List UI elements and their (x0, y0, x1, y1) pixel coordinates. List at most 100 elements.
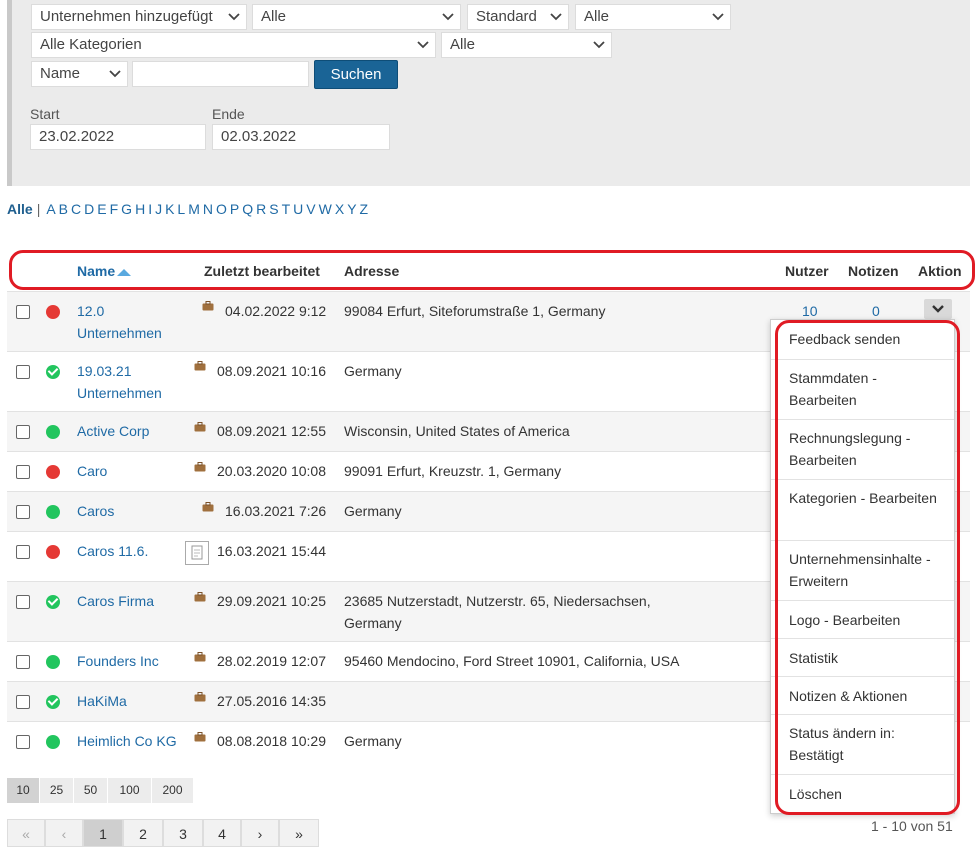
alphabet-letter-m[interactable]: M (188, 201, 200, 217)
alphabet-all-link[interactable]: Alle (7, 201, 33, 217)
column-header-name-label: Name (77, 263, 116, 279)
alphabet-letter-n[interactable]: N (203, 201, 213, 217)
action-menu-item[interactable]: Notizen & Aktionen (771, 676, 954, 714)
action-menu-item[interactable]: Kategorien - Bearbeiten (771, 479, 954, 540)
alphabet-letter-a[interactable]: A (46, 201, 55, 217)
next-page-button[interactable]: › (241, 819, 279, 847)
row-checkbox[interactable] (16, 695, 30, 709)
briefcase-icon (194, 361, 206, 371)
row-checkbox[interactable] (16, 735, 30, 749)
column-header-address[interactable]: Adresse (344, 263, 399, 279)
alphabet-letter-o[interactable]: O (216, 201, 227, 217)
company-name-link[interactable]: HaKiMa (77, 690, 187, 712)
last-page-button[interactable]: » (279, 819, 319, 847)
row-checkbox[interactable] (16, 595, 30, 609)
column-header-name[interactable]: Name (77, 263, 132, 279)
action-menu-item[interactable]: Rechnungslegung - Bearbeiten (771, 419, 954, 479)
address-text: Germany (344, 733, 402, 749)
alphabet-letter-v[interactable]: V (306, 201, 315, 217)
alphabet-letter-x[interactable]: X (335, 201, 344, 217)
row-checkbox[interactable] (16, 545, 30, 559)
search-button[interactable]: Suchen (314, 60, 398, 89)
address-text: Wisconsin, United States of America (344, 423, 570, 439)
added-period-select[interactable]: Alle (252, 4, 461, 30)
company-name-link[interactable]: Caro (77, 460, 187, 482)
action-dropdown-button[interactable] (924, 299, 952, 319)
subcategory-select[interactable]: Alle (441, 32, 612, 58)
alphabet-letter-g[interactable]: G (121, 201, 132, 217)
page-button-1[interactable]: 1 (83, 819, 123, 847)
alphabet-letter-t[interactable]: T (282, 201, 291, 217)
alphabet-letter-b[interactable]: B (59, 201, 68, 217)
alphabet-letter-u[interactable]: U (293, 201, 303, 217)
page-button-3[interactable]: 3 (163, 819, 203, 847)
page-size-option-50[interactable]: 50 (74, 778, 107, 803)
company-name-link[interactable]: Active Corp (77, 420, 187, 442)
end-date-input[interactable]: 02.03.2022 (212, 124, 390, 150)
column-header-users[interactable]: Nutzer (785, 263, 829, 279)
search-input[interactable] (132, 61, 309, 87)
alphabet-letter-h[interactable]: H (135, 201, 145, 217)
prev-page-button[interactable]: ‹ (45, 819, 83, 847)
last-edited-date: 08.08.2018 10:29 (217, 733, 326, 749)
row-checkbox[interactable] (16, 505, 30, 519)
alphabet-letter-j[interactable]: J (155, 201, 162, 217)
page-size-option-200[interactable]: 200 (152, 778, 193, 803)
chevron-down-icon (109, 70, 121, 78)
company-name-link[interactable]: 19.03.21 Unternehmen (77, 360, 187, 404)
page-button-4[interactable]: 4 (203, 819, 241, 847)
alphabet-letter-l[interactable]: L (177, 201, 185, 217)
status-select[interactable]: Alle (575, 4, 731, 30)
end-label: Ende (212, 106, 245, 122)
address-text: 99091 Erfurt, Kreuzstr. 1, Germany (344, 463, 562, 479)
action-menu-item[interactable]: Status ändern in: Bestätigt (771, 714, 954, 774)
company-name-link[interactable]: Caros 11.6. (77, 540, 187, 562)
alphabet-letter-e[interactable]: E (97, 201, 106, 217)
company-name-link[interactable]: Caros Firma (77, 590, 187, 612)
action-menu-item[interactable]: Stammdaten - Bearbeiten (771, 359, 954, 419)
row-checkbox[interactable] (16, 305, 30, 319)
action-menu-item[interactable]: Löschen (771, 774, 954, 815)
alphabet-letter-z[interactable]: Z (360, 201, 369, 217)
alphabet-letter-s[interactable]: S (269, 201, 278, 217)
company-name-link[interactable]: 12.0 Unternehmen (77, 300, 187, 344)
column-header-edited[interactable]: Zuletzt bearbeitet (204, 263, 320, 279)
company-name-link[interactable]: Heimlich Co KG (77, 730, 187, 752)
category-select[interactable]: Alle Kategorien (31, 32, 436, 58)
company-name-link[interactable]: Caros (77, 500, 187, 522)
column-header-notes[interactable]: Notizen (848, 263, 899, 279)
row-checkbox[interactable] (16, 655, 30, 669)
action-menu-item[interactable]: Unternehmensinhalte - Erweitern (771, 540, 954, 600)
view-select[interactable]: Standard (467, 4, 569, 30)
company-name-link[interactable]: Founders Inc (77, 650, 187, 672)
alphabet-letter-w[interactable]: W (319, 201, 332, 217)
row-checkbox[interactable] (16, 465, 30, 479)
action-menu-item[interactable]: Logo - Bearbeiten (771, 600, 954, 638)
alphabet-letter-y[interactable]: Y (347, 201, 356, 217)
added-filter-select[interactable]: Unternehmen hinzugefügt (31, 4, 247, 30)
first-page-button[interactable]: « (7, 819, 45, 847)
alphabet-letter-c[interactable]: C (71, 201, 81, 217)
alphabet-letter-d[interactable]: D (84, 201, 94, 217)
alphabet-letter-k[interactable]: K (165, 201, 174, 217)
start-date-input[interactable]: 23.02.2022 (30, 124, 206, 150)
page-size-option-10[interactable]: 10 (7, 778, 39, 803)
page-size-option-100[interactable]: 100 (108, 778, 151, 803)
row-checkbox[interactable] (16, 425, 30, 439)
alphabet-letter-q[interactable]: Q (242, 201, 253, 217)
alphabet-letter-r[interactable]: R (256, 201, 266, 217)
page-button-2[interactable]: 2 (123, 819, 163, 847)
search-field-select[interactable]: Name (31, 61, 128, 87)
briefcase-icon (202, 301, 214, 311)
alphabet-letter-i[interactable]: I (148, 201, 152, 217)
subcategory-value: Alle (450, 36, 476, 53)
added-filter-value: Unternehmen hinzugefügt (40, 8, 213, 25)
alphabet-letter-p[interactable]: P (230, 201, 239, 217)
alphabet-separator: | (36, 201, 41, 217)
action-menu-item[interactable]: Feedback senden (771, 320, 954, 359)
chevron-down-icon (417, 41, 429, 49)
row-checkbox[interactable] (16, 365, 30, 379)
alphabet-letter-f[interactable]: F (110, 201, 119, 217)
action-menu-item[interactable]: Statistik (771, 638, 954, 676)
page-size-option-25[interactable]: 25 (40, 778, 73, 803)
